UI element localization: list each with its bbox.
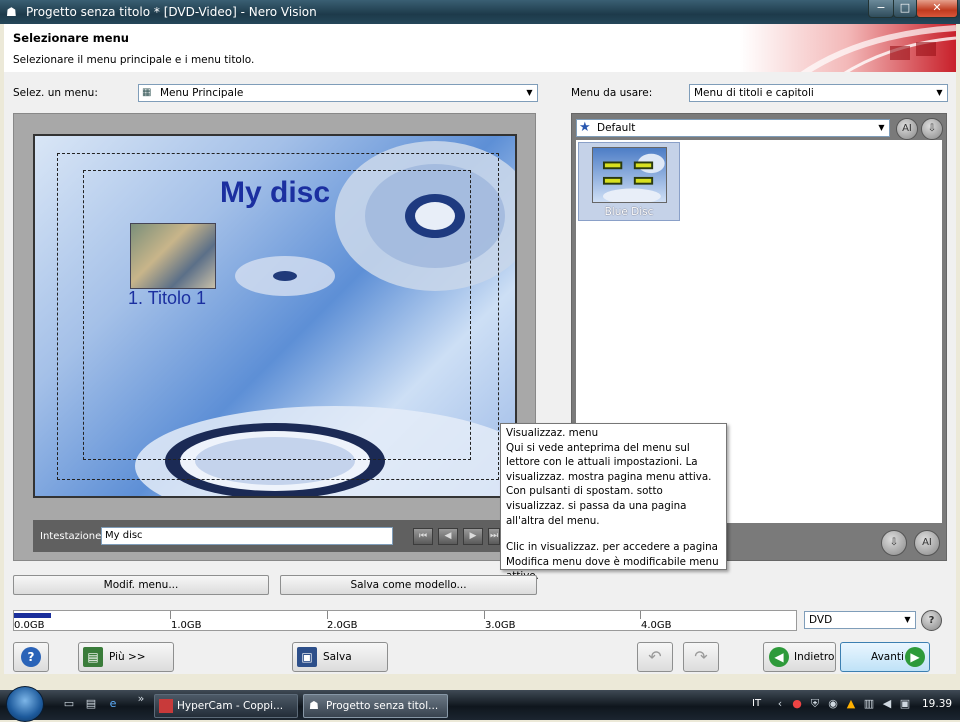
menu-to-use-select[interactable]: Menu di titoli e capitoli ▼ — [689, 84, 948, 102]
title-bar: ☗ Progetto senza titolo * [DVD-Video] - … — [0, 0, 960, 24]
language-indicator[interactable]: IT — [752, 698, 761, 709]
volume-icon[interactable]: ◀ — [880, 697, 894, 711]
star-icon: ★ — [579, 120, 591, 135]
template-category-select[interactable]: ★ Default ▼ — [576, 119, 890, 137]
capacity-label: 0.0GB — [14, 620, 45, 631]
tray-app-icon[interactable]: ● — [790, 697, 804, 711]
page-title: Selezionare menu — [13, 31, 129, 45]
next-label: Avanti — [871, 651, 904, 663]
next-page-icon[interactable]: ▶ — [463, 528, 483, 545]
toolbox-icon: ▤ — [83, 647, 103, 667]
floppy-icon: ▣ — [297, 647, 317, 667]
more-button[interactable]: ▤ Più >> — [78, 642, 174, 672]
close-button[interactable]: ✕ — [916, 0, 958, 18]
dropdown-arrow-icon: ▼ — [936, 88, 943, 97]
first-page-icon[interactable]: ⏮ — [413, 528, 433, 545]
hypercam-icon — [159, 699, 173, 713]
minimize-button[interactable]: − — [868, 0, 894, 18]
taskbar-item-label: HyperCam - Coppi... — [177, 700, 284, 712]
capacity-fill — [14, 613, 51, 618]
menu-select-value: Menu Principale — [160, 87, 244, 99]
arrow-right-icon: ▶ — [905, 647, 925, 667]
taskbar-item-label: Progetto senza titol... — [326, 700, 439, 712]
arrow-left-icon: ◀ — [769, 647, 789, 667]
menu-to-use-label: Menu da usare: — [571, 87, 653, 99]
redo-button[interactable]: ↷ — [683, 642, 719, 672]
capacity-label: 4.0GB — [641, 620, 672, 631]
previous-page-icon[interactable]: ◀ — [438, 528, 458, 545]
dropdown-arrow-icon: ▼ — [904, 615, 911, 624]
undo-button[interactable]: ↶ — [637, 642, 673, 672]
capacity-label: 3.0GB — [485, 620, 516, 631]
preview-menu-title: My disc — [220, 176, 331, 209]
back-label: Indietro — [794, 651, 835, 663]
taskbar-item[interactable]: HyperCam - Coppi... — [154, 694, 298, 718]
capacity-label: 1.0GB — [171, 620, 202, 631]
capacity-tick — [170, 611, 171, 619]
start-button[interactable] — [6, 686, 44, 722]
menu-select[interactable]: ▦ Menu Principale ▼ — [138, 84, 538, 102]
disc-type-value: DVD — [809, 614, 833, 626]
ai-icon[interactable]: AI — [896, 118, 918, 140]
header-decoration — [740, 24, 956, 76]
dropdown-arrow-icon: ▼ — [878, 123, 885, 132]
tray-warning-icon[interactable]: ▲ — [844, 697, 858, 711]
network-icon[interactable]: ▥ — [862, 697, 876, 711]
internet-explorer-icon[interactable]: e — [106, 697, 120, 711]
capacity-tick — [327, 611, 328, 619]
switch-windows-icon[interactable]: ▤ — [84, 697, 98, 711]
show-desktop-icon[interactable]: ▭ — [62, 697, 76, 711]
title-thumbnail[interactable] — [130, 223, 216, 289]
import-icon[interactable]: ⇩ — [921, 118, 943, 140]
capacity-label: 2.0GB — [327, 620, 358, 631]
tooltip-body-2: Clic in visualizzaz. per accedere a pagi… — [506, 541, 719, 582]
next-button[interactable]: Avanti ▶ — [840, 642, 930, 672]
tooltip-body: Qui si vede anteprima del menu sul letto… — [506, 441, 712, 527]
save-button[interactable]: ▣ Salva — [292, 642, 388, 672]
capacity-tick — [484, 611, 485, 619]
disc-type-select[interactable]: DVD ▼ — [804, 611, 916, 629]
help-icon: ? — [21, 647, 41, 667]
quicklaunch-more-icon[interactable]: » — [134, 692, 148, 706]
maximize-button[interactable]: □ — [893, 0, 917, 18]
page-subtitle: Selezionare il menu principale e i menu … — [13, 54, 255, 66]
clock[interactable]: 19.39 — [922, 698, 952, 710]
template-label: Blue Disc — [604, 206, 654, 218]
save-as-template-button[interactable]: Salva come modello... — [280, 575, 537, 595]
nero-icon: ☗ — [309, 699, 319, 712]
app-icon: ☗ — [6, 5, 17, 19]
action-safe-area — [83, 170, 471, 460]
ai-edit-icon[interactable]: AI — [914, 530, 940, 556]
template-category-value: Default — [597, 122, 636, 134]
tooltip-title: Visualizzaz. menu — [506, 427, 599, 439]
heading-label: Intestazione: — [40, 531, 105, 542]
window-title: Progetto senza titolo * [DVD-Video] - Ne… — [26, 5, 317, 19]
download-icon[interactable]: ⇩ — [881, 530, 907, 556]
help-button[interactable]: ? — [13, 642, 49, 672]
tray-app-icon[interactable]: ◉ — [826, 697, 840, 711]
more-label: Più >> — [109, 651, 146, 663]
tooltip: Visualizzaz. menu Qui si vede anteprima … — [500, 423, 727, 582]
dropdown-arrow-icon: ▼ — [526, 88, 533, 97]
taskbar-item-active[interactable]: ☗ Progetto senza titol... — [303, 694, 448, 718]
back-button[interactable]: ◀ Indietro — [763, 642, 836, 672]
capacity-tick — [640, 611, 641, 619]
heading-input[interactable]: My disc — [101, 527, 393, 545]
tray-arrow-icon[interactable]: ‹ — [773, 697, 787, 711]
template-thumbnail — [592, 147, 667, 203]
tray-shield-icon[interactable]: ⛨ — [808, 697, 822, 711]
grid-icon: ▦ — [142, 87, 152, 98]
help-circle-icon[interactable]: ? — [921, 610, 942, 631]
capacity-bar — [13, 610, 797, 631]
save-label: Salva — [323, 651, 352, 663]
preview-title-item[interactable]: 1. Titolo 1 — [128, 288, 206, 309]
menu-preview[interactable]: My disc 1. Titolo 1 — [33, 134, 517, 498]
last-page-icon[interactable]: ⏭ — [488, 528, 500, 545]
tray-device-icon[interactable]: ▣ — [898, 697, 912, 711]
menu-select-label: Selez. un menu: — [13, 87, 98, 99]
edit-menu-button[interactable]: Modif. menu... — [13, 575, 269, 595]
menu-to-use-value: Menu di titoli e capitoli — [694, 87, 814, 99]
